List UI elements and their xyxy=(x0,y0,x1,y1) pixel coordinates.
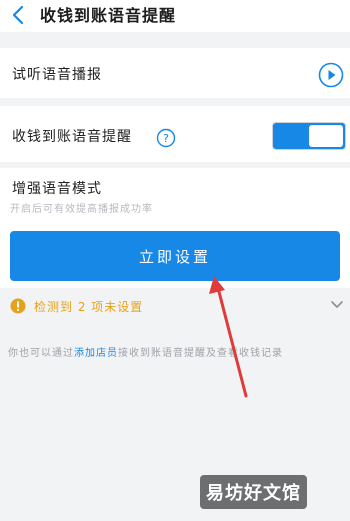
notify-toggle[interactable] xyxy=(272,122,346,150)
header-bar: 收钱到账语音提醒 xyxy=(0,0,350,32)
footer-prefix: 你也可以通过 xyxy=(8,348,74,359)
footer-suffix: 接收到账语音提醒及查看收钱记录 xyxy=(118,348,283,359)
svg-text:?: ? xyxy=(163,132,169,145)
notify-row: 收钱到账语音提醒 ? xyxy=(0,106,350,162)
listen-label: 试听语音播报 xyxy=(12,67,102,83)
watermark: 易坊好文馆 xyxy=(200,475,307,509)
page-title: 收钱到账语音提醒 xyxy=(40,6,177,25)
listen-row[interactable]: 试听语音播报 xyxy=(0,48,350,98)
notify-label: 收钱到账语音提醒 xyxy=(12,129,132,145)
watermark-text: 易坊好文馆 xyxy=(200,475,307,509)
add-staff-link[interactable]: 添加店员 xyxy=(74,348,118,359)
warning-text[interactable]: 检测到 2 项未设置 xyxy=(34,298,143,315)
warning-icon xyxy=(10,298,26,314)
set-now-button[interactable]: 立即设置 xyxy=(10,231,340,281)
enhance-subtext: 开启后可有效提高播报成功率 xyxy=(10,204,153,215)
footer-note: 你也可以通过添加店员接收到账语音提醒及查看收钱记录 xyxy=(8,344,283,359)
chevron-down-icon[interactable] xyxy=(330,298,344,312)
question-circle-icon[interactable]: ? xyxy=(156,128,176,148)
toggle-knob xyxy=(309,125,343,147)
enhance-label: 增强语音模式 xyxy=(12,181,102,197)
chevron-left-icon[interactable] xyxy=(8,3,30,27)
play-circle-icon[interactable] xyxy=(318,62,344,88)
